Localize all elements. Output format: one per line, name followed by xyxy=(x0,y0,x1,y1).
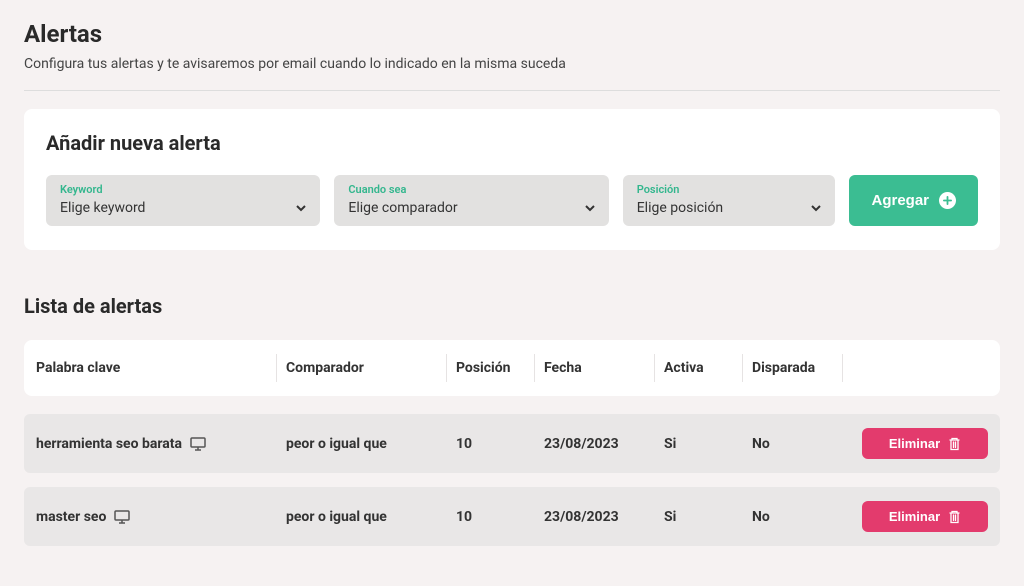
cell-date: 23/08/2023 xyxy=(544,509,664,525)
cell-keyword: master seo xyxy=(36,509,106,525)
table-header: Palabra clave Comparador Posición Fecha … xyxy=(24,340,1000,396)
trash-icon xyxy=(948,437,961,451)
delete-label: Eliminar xyxy=(889,436,940,451)
delete-button[interactable]: Eliminar xyxy=(862,501,988,532)
cell-compare: peor o igual que xyxy=(286,509,456,525)
chevron-down-icon xyxy=(585,203,595,213)
add-button[interactable]: Agregar xyxy=(849,175,978,226)
col-header-active: Activa xyxy=(664,360,752,376)
table-row: herramienta seo barata peor o igual que … xyxy=(24,414,1000,473)
cell-active: Si xyxy=(664,509,752,525)
alerts-table: Palabra clave Comparador Posición Fecha … xyxy=(24,340,1000,546)
col-header-fired: Disparada xyxy=(752,360,852,376)
page-subtitle: Configura tus alertas y te avisaremos po… xyxy=(24,56,1000,72)
cell-keyword: herramienta seo barata xyxy=(36,436,182,452)
cell-date: 23/08/2023 xyxy=(544,436,664,452)
table-row: master seo peor o igual que 10 23/08/202… xyxy=(24,487,1000,546)
add-alert-form-row: Keyword Elige keyword Cuando sea Elige c… xyxy=(46,175,978,226)
chevron-down-icon xyxy=(296,203,306,213)
cell-position: 10 xyxy=(456,436,544,452)
delete-button[interactable]: Eliminar xyxy=(862,428,988,459)
delete-label: Eliminar xyxy=(889,509,940,524)
chevron-down-icon xyxy=(811,203,821,213)
position-label: Posición xyxy=(637,183,822,196)
add-button-label: Agregar xyxy=(871,192,929,209)
keyword-value: Elige keyword xyxy=(60,200,145,216)
compare-value: Elige comparador xyxy=(348,200,457,216)
keyword-label: Keyword xyxy=(60,183,306,196)
col-header-compare: Comparador xyxy=(286,360,456,376)
add-alert-card: Añadir nueva alerta Keyword Elige keywor… xyxy=(24,109,1000,250)
cell-compare: peor o igual que xyxy=(286,436,456,452)
cell-fired: No xyxy=(752,509,852,525)
col-header-date: Fecha xyxy=(544,360,664,376)
plus-circle-icon xyxy=(939,192,956,209)
keyword-select[interactable]: Keyword Elige keyword xyxy=(46,175,320,226)
page-title: Alertas xyxy=(24,20,1000,48)
list-title: Lista de alertas xyxy=(24,294,1000,318)
position-select[interactable]: Posición Elige posición xyxy=(623,175,836,226)
position-value: Elige posición xyxy=(637,200,723,216)
compare-label: Cuando sea xyxy=(348,183,594,196)
col-header-action xyxy=(852,360,988,376)
cell-position: 10 xyxy=(456,509,544,525)
desktop-icon xyxy=(114,510,130,524)
trash-icon xyxy=(948,510,961,524)
col-header-keyword: Palabra clave xyxy=(36,360,286,376)
cell-active: Si xyxy=(664,436,752,452)
cell-fired: No xyxy=(752,436,852,452)
desktop-icon xyxy=(190,437,206,451)
col-header-position: Posición xyxy=(456,360,544,376)
divider xyxy=(24,90,1000,91)
add-alert-title: Añadir nueva alerta xyxy=(46,131,978,155)
compare-select[interactable]: Cuando sea Elige comparador xyxy=(334,175,608,226)
